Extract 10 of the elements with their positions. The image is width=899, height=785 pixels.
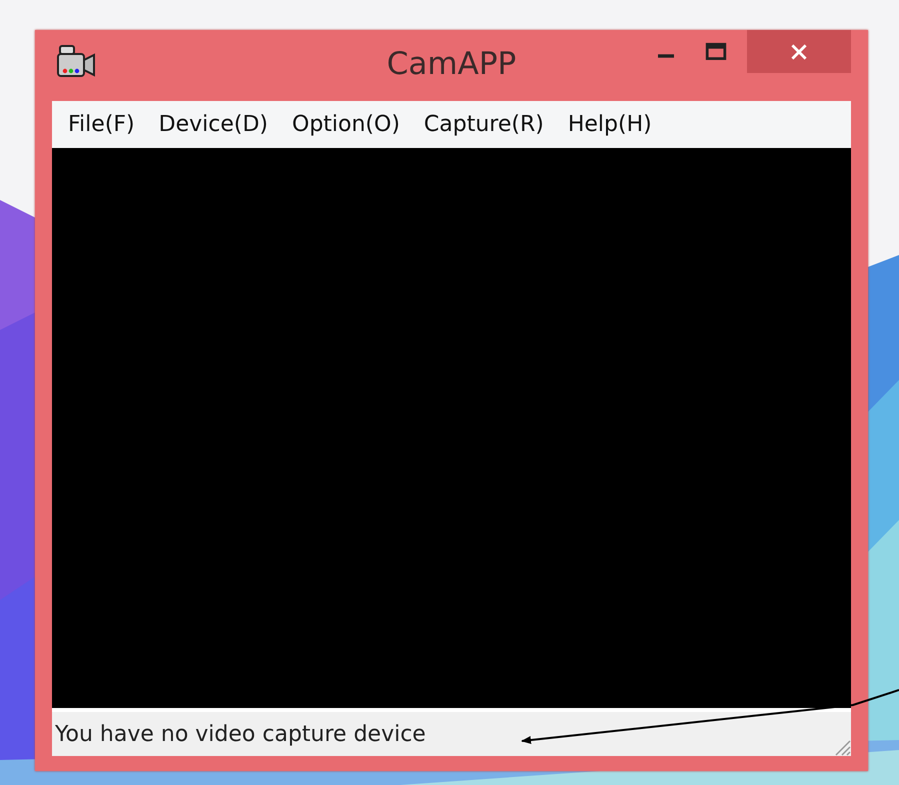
minimize-icon bbox=[658, 54, 674, 58]
menu-item[interactable]: Device(D) bbox=[150, 104, 276, 144]
menu-item[interactable]: File(F) bbox=[60, 104, 143, 144]
menu-item[interactable]: Option(O) bbox=[284, 104, 408, 144]
menu-item[interactable]: Capture(R) bbox=[416, 104, 552, 144]
window-title: CamAPP bbox=[386, 46, 516, 82]
menu-item[interactable]: Help(H) bbox=[560, 104, 660, 144]
video-camera-icon bbox=[56, 44, 96, 80]
status-text: You have no video capture device bbox=[54, 722, 426, 746]
maximize-icon bbox=[705, 40, 727, 62]
